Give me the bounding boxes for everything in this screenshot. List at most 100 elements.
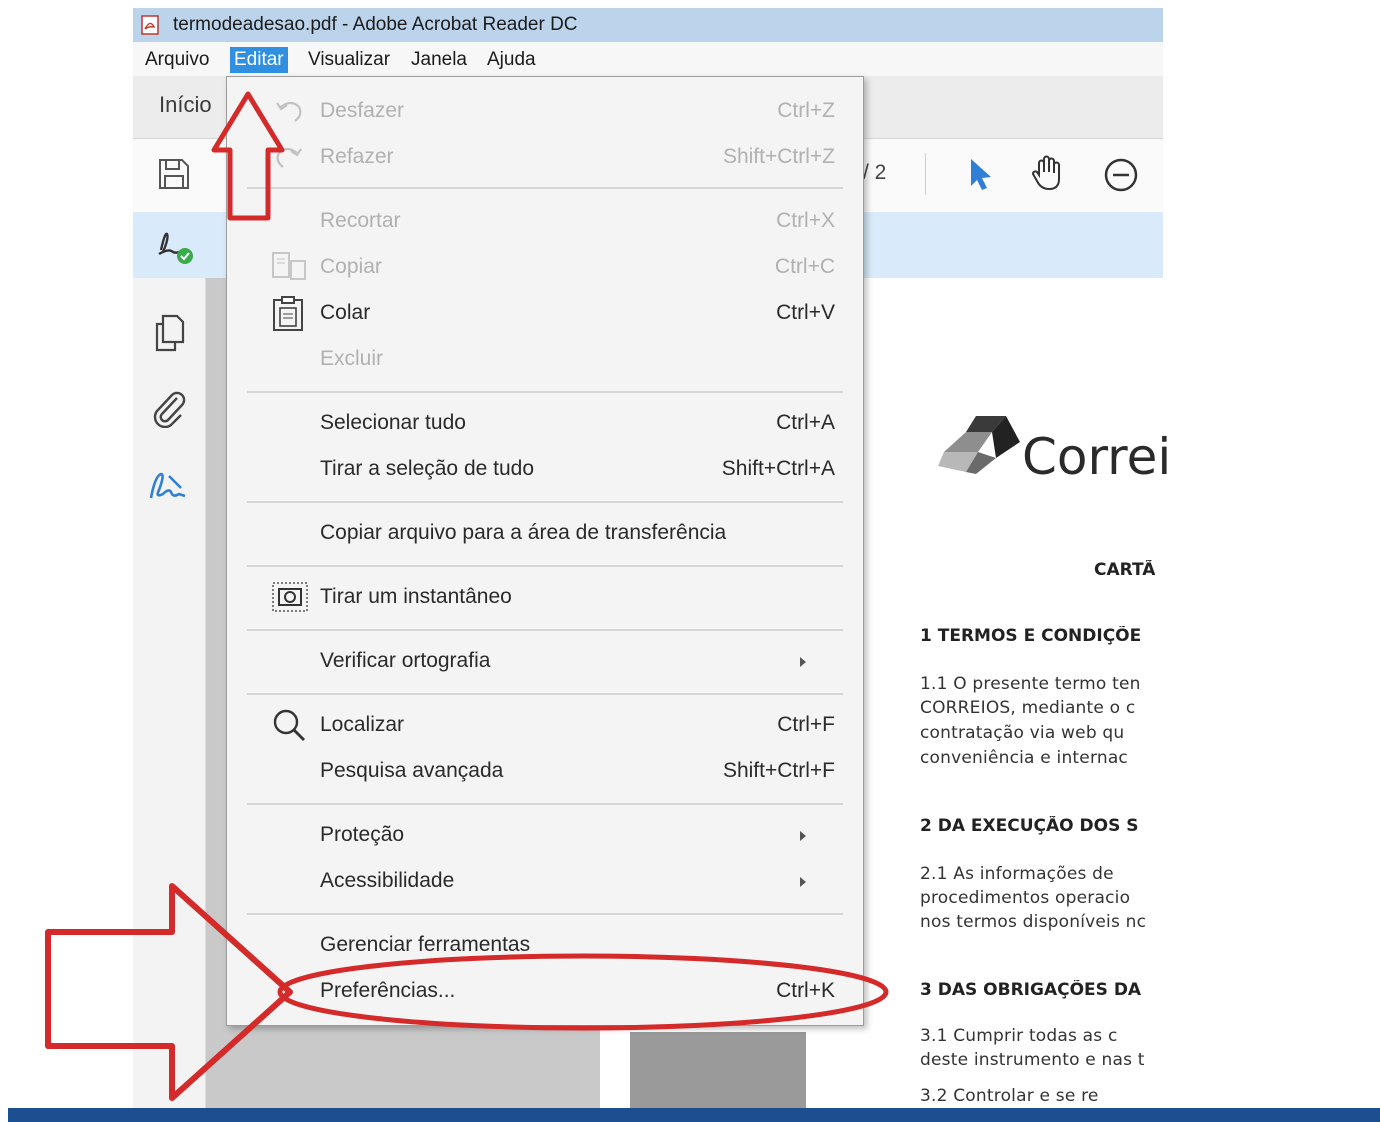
menu-item-label: Verificar ortografia <box>320 649 491 672</box>
doc-line: 3.1 Cumprir todas as c <box>920 1026 1118 1046</box>
menu-editar[interactable]: Editar <box>230 47 288 73</box>
menu-separator <box>247 187 843 189</box>
menu-bar: Arquivo Editar Visualizar Janela Ajuda <box>133 42 1163 76</box>
menu-item-label: Localizar <box>320 713 405 736</box>
doc-section-title: 1 TERMOS E CONDIÇÕE <box>920 626 1142 646</box>
fill-sign-icon[interactable] <box>155 226 197 266</box>
menu-item-shortcut: Ctrl+A <box>776 411 835 434</box>
menu-item-deselect-all[interactable]: Tirar a seleção de tudo Shift+Ctrl+A <box>227 447 863 491</box>
edit-menu: Desfazer Ctrl+Z Refazer Shift+Ctrl+Z Rec… <box>226 76 864 1026</box>
doc-line: nos termos disponíveis nc <box>920 912 1147 932</box>
menu-item-label: Copiar <box>320 255 382 278</box>
page-count: / 2 <box>863 161 887 184</box>
toolbar-divider <box>925 153 926 195</box>
menu-item-select-all[interactable]: Selecionar tudo Ctrl+A <box>227 401 863 445</box>
menu-item-label: Proteção <box>320 823 405 846</box>
submenu-arrow-icon <box>800 877 806 887</box>
menu-item-redo[interactable]: Refazer Shift+Ctrl+Z <box>227 135 863 179</box>
menu-item-shortcut: Ctrl+C <box>774 255 835 278</box>
search-icon <box>273 709 305 741</box>
doc-heading: CARTÃ <box>1094 560 1156 580</box>
redo-icon <box>276 147 302 168</box>
menu-separator <box>247 693 843 695</box>
doc-line: contratação via web qu <box>920 723 1125 743</box>
signature-icon[interactable] <box>147 468 189 504</box>
menu-item-preferences[interactable]: Preferências... Ctrl+K <box>227 969 863 1013</box>
doc-section-title: 3 DAS OBRIGAÇÕES DA <box>920 980 1142 1000</box>
select-arrow-icon[interactable] <box>967 157 995 191</box>
document-page: Correi CARTÃ 1 TERMOS E CONDIÇÕE 1.1 O p… <box>862 278 1171 1110</box>
attachment-icon[interactable] <box>151 390 187 428</box>
hand-icon[interactable] <box>1029 153 1069 193</box>
page-shadow <box>630 1032 806 1110</box>
undo-icon <box>276 101 302 122</box>
menu-item-label: Desfazer <box>320 99 405 122</box>
doc-line: 3.2 Controlar e se re <box>920 1086 1099 1106</box>
menu-janela[interactable]: Janela <box>407 47 471 73</box>
menu-item-cut[interactable]: Recortar Ctrl+X <box>227 199 863 243</box>
menu-item-copy[interactable]: Copiar Ctrl+C <box>227 245 863 289</box>
menu-item-label: Copiar arquivo para a área de transferên… <box>320 521 727 544</box>
logo-text: Correi <box>1022 428 1172 486</box>
tab-home[interactable]: Início <box>159 92 212 118</box>
menu-item-label: Acessibilidade <box>320 869 455 892</box>
menu-item-copy-file[interactable]: Copiar arquivo para a área de transferên… <box>227 511 863 555</box>
pages-icon[interactable] <box>153 314 187 352</box>
menu-item-protection[interactable]: Proteção <box>227 813 863 857</box>
menu-item-label: Tirar um instantâneo <box>320 585 512 608</box>
menu-separator <box>247 391 843 393</box>
doc-line: conveniência e internac <box>920 748 1128 768</box>
correios-logo <box>938 416 1020 474</box>
menu-item-shortcut: Ctrl+K <box>776 979 835 1002</box>
doc-section-title: 2 DA EXECUÇÃO DOS S <box>920 816 1139 836</box>
menu-separator <box>247 501 843 503</box>
menu-item-find[interactable]: Localizar Ctrl+F <box>227 703 863 747</box>
window-title: termodeadesao.pdf - Adobe Acrobat Reader… <box>173 14 578 35</box>
copy-icon <box>272 252 306 280</box>
menu-item-shortcut: Ctrl+Z <box>777 99 835 122</box>
title-bar: termodeadesao.pdf - Adobe Acrobat Reader… <box>133 8 1163 42</box>
doc-line: 2.1 As informações de <box>920 864 1114 884</box>
menu-item-accessibility[interactable]: Acessibilidade <box>227 859 863 903</box>
taskbar <box>8 1108 1380 1122</box>
left-panel <box>133 278 206 1110</box>
menu-item-label: Recortar <box>320 209 401 232</box>
menu-ajuda[interactable]: Ajuda <box>483 47 540 73</box>
menu-item-label: Excluir <box>320 347 384 370</box>
menu-item-advanced-search[interactable]: Pesquisa avançada Shift+Ctrl+F <box>227 749 863 793</box>
doc-line: deste instrumento e nas t <box>920 1050 1145 1070</box>
menu-separator <box>247 913 843 915</box>
menu-item-shortcut: Shift+Ctrl+Z <box>722 145 835 168</box>
doc-line: 1.1 O presente termo ten <box>920 674 1141 694</box>
menu-item-shortcut: Ctrl+V <box>776 301 835 324</box>
menu-item-undo[interactable]: Desfazer Ctrl+Z <box>227 89 863 133</box>
menu-item-manage-tools[interactable]: Gerenciar ferramentas <box>227 923 863 967</box>
menu-item-label: Selecionar tudo <box>320 411 466 434</box>
menu-arquivo[interactable]: Arquivo <box>141 47 213 73</box>
doc-line: CORREIOS, mediante o c <box>920 698 1136 718</box>
menu-visualizar[interactable]: Visualizar <box>304 47 394 73</box>
menu-item-paste[interactable]: Colar Ctrl+V <box>227 291 863 335</box>
menu-item-shortcut: Ctrl+X <box>776 209 835 232</box>
submenu-arrow-icon <box>800 831 806 841</box>
menu-item-label: Tirar a seleção de tudo <box>320 457 535 480</box>
pdf-icon <box>141 15 159 35</box>
menu-item-snapshot[interactable]: Tirar um instantâneo <box>227 575 863 619</box>
zoom-out-icon[interactable] <box>1103 157 1139 193</box>
menu-item-delete[interactable]: Excluir <box>227 337 863 381</box>
camera-icon <box>272 582 308 612</box>
menu-item-label: Preferências... <box>320 979 456 1002</box>
menu-item-shortcut: Ctrl+F <box>777 713 835 736</box>
menu-item-shortcut: Shift+Ctrl+A <box>721 457 835 480</box>
menu-separator <box>247 629 843 631</box>
menu-item-label: Gerenciar ferramentas <box>320 933 531 956</box>
menu-separator <box>247 565 843 567</box>
menu-item-shortcut: Shift+Ctrl+F <box>722 759 835 782</box>
menu-item-label: Refazer <box>320 145 394 168</box>
menu-separator <box>247 803 843 805</box>
menu-item-spellcheck[interactable]: Verificar ortografia <box>227 639 863 683</box>
clipboard-icon <box>273 296 303 331</box>
submenu-arrow-icon <box>800 657 806 667</box>
save-icon[interactable] <box>157 157 191 191</box>
doc-line: procedimentos operacio <box>920 888 1131 908</box>
